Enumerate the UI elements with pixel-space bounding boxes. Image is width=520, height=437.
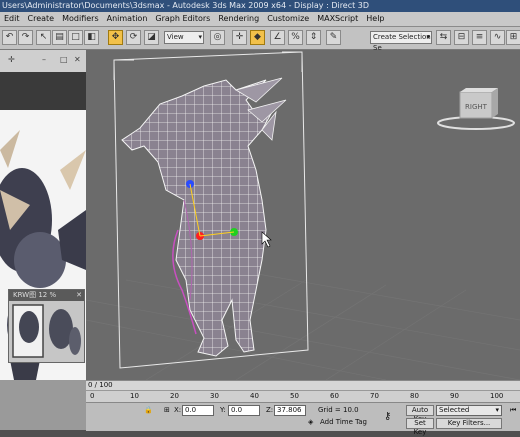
chevron-down-icon: ▾: [198, 33, 202, 41]
minimize-icon[interactable]: –: [42, 55, 46, 64]
tick-70: 70: [370, 392, 379, 400]
menu-customize[interactable]: Customize: [263, 12, 313, 26]
auto-key-button[interactable]: Auto Key: [406, 405, 434, 423]
tick-10: 10: [130, 392, 139, 400]
select-object-icon[interactable]: ↖: [36, 30, 51, 45]
menu-maxscript[interactable]: MAXScript: [313, 12, 362, 26]
tick-20: 20: [170, 392, 179, 400]
rectangular-selection-icon[interactable]: □: [68, 30, 83, 45]
menu-create[interactable]: Create: [24, 12, 59, 26]
tick-0: 0: [90, 392, 95, 400]
select-by-name-icon[interactable]: ▤: [52, 30, 67, 45]
reference-coordinate-dropdown[interactable]: View ▾: [164, 31, 204, 44]
menu-animation[interactable]: Animation: [103, 12, 152, 26]
scale-icon[interactable]: ◪: [144, 30, 159, 45]
y-label: Y:: [220, 406, 226, 414]
key-mode-dropdown[interactable]: Selected ▾: [436, 405, 502, 416]
perspective-viewport[interactable]: RIGHT: [86, 50, 520, 380]
close-icon[interactable]: ✕: [74, 55, 81, 64]
move-icon[interactable]: ✥: [108, 30, 123, 45]
key-filters-button[interactable]: Key Filters...: [436, 418, 502, 429]
viewport-scene[interactable]: RIGHT: [86, 50, 520, 380]
tick-60: 60: [330, 392, 339, 400]
chevron-down-icon: ▾: [495, 406, 499, 414]
tick-80: 80: [410, 392, 419, 400]
tick-40: 40: [250, 392, 259, 400]
redo-icon[interactable]: ↷: [18, 30, 33, 45]
lock-selection-icon[interactable]: 🔒: [144, 406, 153, 414]
named-selection-icon[interactable]: ✎: [326, 30, 341, 45]
thumbnail-window-title: KRW图 12 %: [13, 291, 57, 299]
viewcube-face-label: RIGHT: [465, 103, 488, 111]
rotate-icon[interactable]: ⟳: [126, 30, 141, 45]
z-coordinate-field[interactable]: 37.806: [274, 405, 306, 416]
menu-graph-editors[interactable]: Graph Editors: [151, 12, 214, 26]
window-title: Users\Administrator\Documents\3dsmax - A…: [2, 1, 370, 10]
set-key-icon[interactable]: ⚷: [384, 411, 391, 422]
set-key-button[interactable]: Set Key: [406, 418, 434, 436]
x-coordinate-field[interactable]: 0.0: [182, 405, 214, 416]
viewcube[interactable]: RIGHT: [437, 88, 515, 130]
menu-rendering[interactable]: Rendering: [214, 12, 263, 26]
lower-left-panel: [0, 380, 86, 430]
mirror-icon[interactable]: ⇆: [436, 30, 451, 45]
named-selection-sets-dropdown[interactable]: Create Selection Se ▾: [370, 31, 432, 52]
close-icon[interactable]: ✕: [76, 290, 82, 301]
tick-30: 30: [210, 392, 219, 400]
tick-90: 90: [450, 392, 459, 400]
pin-icon[interactable]: ✛: [8, 55, 15, 64]
reference-panel-dark-area: [0, 72, 86, 110]
x-label: X:: [174, 406, 182, 414]
tick-100: 100: [490, 392, 504, 400]
reference-panel-header: ✛ – □ ✕: [0, 50, 86, 73]
title-bar: Users\Administrator\Documents\3dsmax - A…: [0, 0, 520, 12]
pivot-center-icon[interactable]: ◎: [210, 30, 225, 45]
select-manipulate-icon[interactable]: ✛: [232, 30, 247, 45]
time-slider-position: 0 / 100: [88, 381, 113, 389]
z-label: Z:: [266, 406, 274, 414]
spinner-snap-icon[interactable]: ⇕: [306, 30, 321, 45]
home-grid: [86, 264, 520, 380]
thumbnail-preview: [9, 301, 84, 362]
y-coordinate-field[interactable]: 0.0: [228, 405, 260, 416]
grid-size-readout: Grid = 10.0: [318, 406, 359, 414]
window-crossing-icon[interactable]: ◧: [84, 30, 99, 45]
thumbnail-window-titlebar: KRW图 12 % ✕: [9, 290, 84, 301]
menu-help[interactable]: Help: [362, 12, 388, 26]
curve-editor-icon[interactable]: ∿: [490, 30, 505, 45]
absolute-mode-icon[interactable]: ⊞: [164, 406, 170, 414]
menu-modifiers[interactable]: Modifiers: [58, 12, 103, 26]
chevron-down-icon: ▾: [426, 33, 430, 41]
percent-snap-icon[interactable]: %: [288, 30, 303, 45]
align-icon[interactable]: ⊟: [454, 30, 469, 45]
main-toolbar: ↶ ↷ ↖ ▤ □ ◧ ✥ ⟳ ◪ View ▾ ◎ ✛ ◆ ∠ % ⇕ ✎ Cr…: [0, 27, 520, 52]
add-time-tag[interactable]: Add Time Tag: [320, 418, 367, 426]
time-tag-icon: ◈: [308, 418, 314, 426]
angle-snap-icon[interactable]: ∠: [270, 30, 285, 45]
reference-thumbnail-window[interactable]: KRW图 12 % ✕: [8, 289, 85, 363]
undo-icon[interactable]: ↶: [2, 30, 17, 45]
schematic-view-icon[interactable]: ⊞: [506, 30, 520, 45]
snaps-toggle-icon[interactable]: ◆: [250, 30, 265, 45]
menu-bar: Edit Create Modifiers Animation Graph Ed…: [0, 12, 520, 27]
tick-50: 50: [290, 392, 299, 400]
creature-mesh[interactable]: [121, 77, 287, 357]
go-to-start-icon[interactable]: ⏮: [510, 406, 516, 415]
restore-icon[interactable]: □: [60, 55, 68, 64]
menu-edit[interactable]: Edit: [0, 12, 24, 26]
layer-manager-icon[interactable]: ≡: [472, 30, 487, 45]
status-bar: 🔒 ⊞ X: 0.0 Y: 0.0 Z: 37.806 Grid = 10.0 …: [86, 402, 520, 436]
